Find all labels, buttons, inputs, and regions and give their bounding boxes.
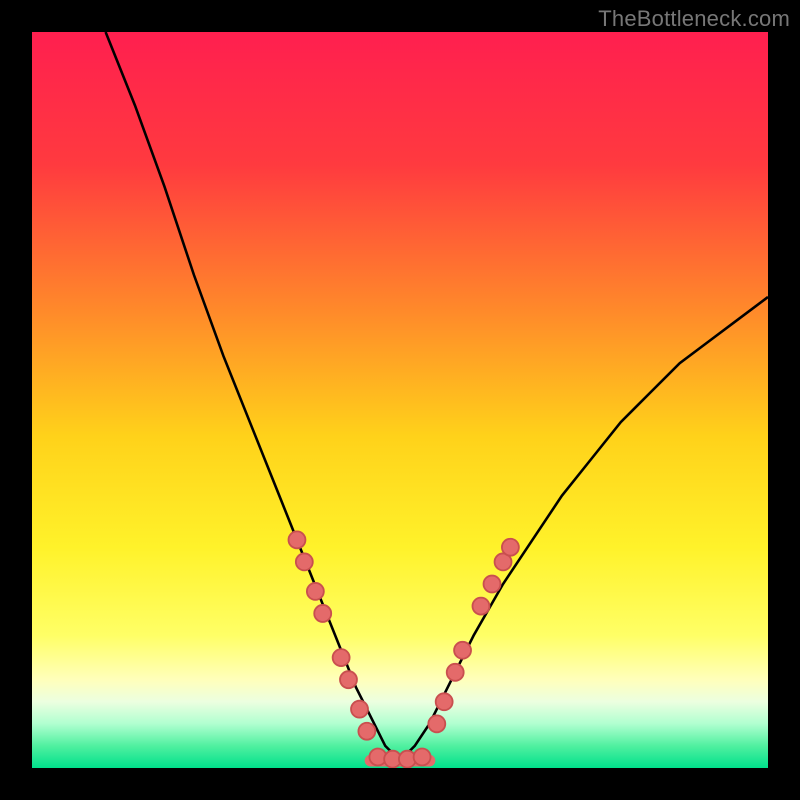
marker-dot	[358, 723, 375, 740]
markers	[288, 531, 518, 767]
chart-stage: TheBottleneck.com	[0, 0, 800, 800]
marker-dot	[454, 642, 471, 659]
plot-area	[32, 32, 768, 768]
marker-dot	[428, 715, 445, 732]
marker-dot	[472, 598, 489, 615]
right-curve	[400, 297, 768, 761]
attribution-label: TheBottleneck.com	[598, 6, 790, 32]
curves-layer	[32, 32, 768, 768]
marker-dot	[333, 649, 350, 666]
marker-dot	[314, 605, 331, 622]
marker-dot	[502, 539, 519, 556]
marker-dot	[351, 701, 368, 718]
marker-dot	[447, 664, 464, 681]
marker-dot	[307, 583, 324, 600]
marker-dot	[296, 553, 313, 570]
marker-dot	[414, 748, 431, 765]
marker-dot	[288, 531, 305, 548]
left-curve	[106, 32, 400, 761]
marker-dot	[436, 693, 453, 710]
marker-dot	[484, 576, 501, 593]
marker-dot	[340, 671, 357, 688]
